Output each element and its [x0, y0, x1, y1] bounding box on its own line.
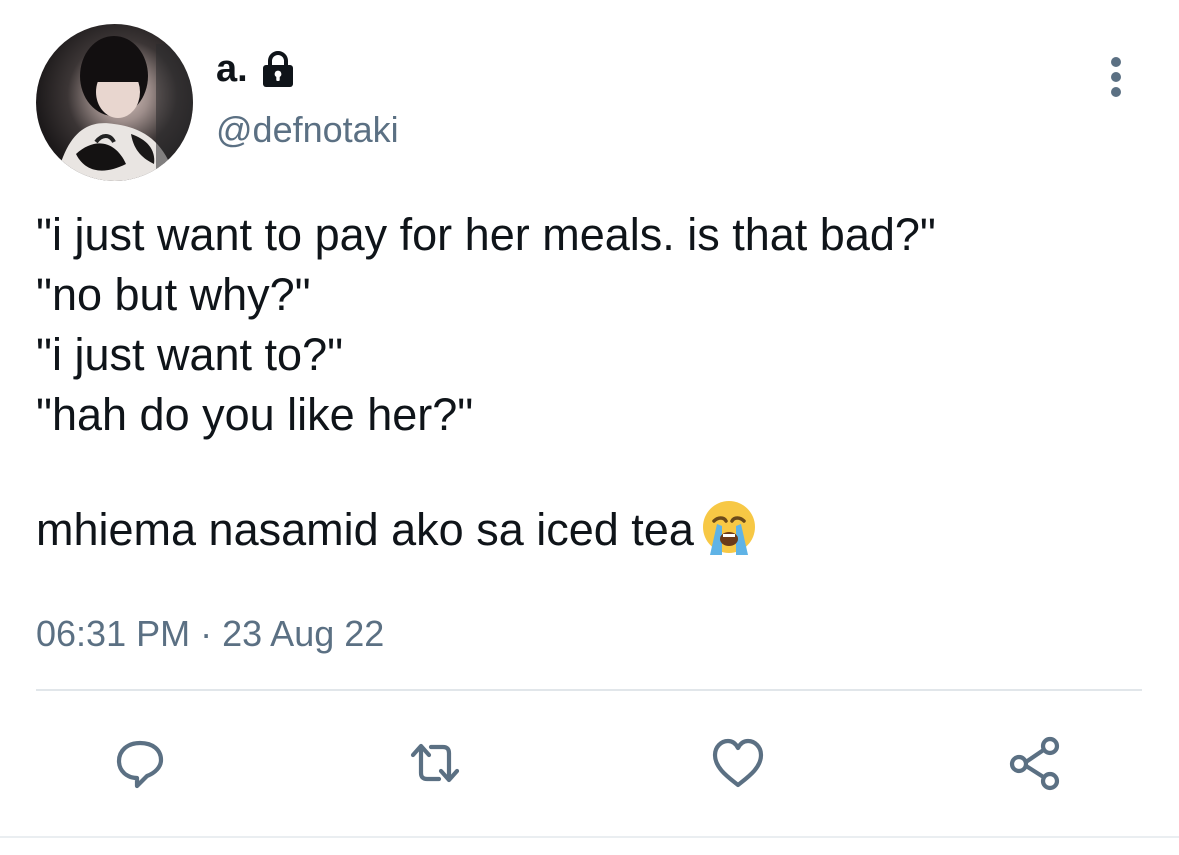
tweet-timestamp[interactable]: 06:31 PM · 23 Aug 22 — [36, 612, 384, 655]
user-handle[interactable]: @defnotaki — [216, 112, 399, 148]
tweet-body: "i just want to pay for her meals. is th… — [36, 205, 1136, 560]
display-name[interactable]: a. — [216, 50, 248, 88]
share-nodes-icon — [1009, 736, 1060, 791]
bottom-divider — [0, 836, 1179, 838]
meta-separator: · — [200, 613, 213, 654]
tweet-line: "i just want to pay for her meals. is th… — [36, 209, 936, 260]
tweet-date: 23 Aug 22 — [222, 613, 385, 654]
heart-icon — [712, 738, 764, 788]
tweet-line: "no but why?" — [36, 269, 311, 320]
tweet-line: "i just want to?" — [36, 329, 344, 380]
like-button[interactable] — [708, 733, 768, 793]
avatar[interactable] — [36, 24, 193, 181]
profile-photo-icon — [56, 36, 193, 181]
share-button[interactable] — [1005, 733, 1065, 793]
reply-button[interactable] — [110, 733, 170, 793]
retweet-arrows-icon — [410, 743, 460, 783]
name-row: a. — [216, 44, 298, 94]
more-options-icon[interactable] — [1098, 54, 1134, 100]
loudly-crying-face-icon — [702, 501, 755, 555]
tweet-closing-line: mhiema nasamid ako sa iced tea — [36, 499, 1136, 560]
tweet-line: "hah do you like her?" — [36, 389, 474, 440]
lock-icon — [262, 51, 293, 87]
speech-bubble-icon — [116, 740, 164, 789]
divider — [36, 689, 1142, 691]
tweet-closing-text: mhiema nasamid ako sa iced tea — [36, 504, 694, 555]
retweet-button[interactable] — [405, 733, 465, 793]
tweet-time: 06:31 PM — [36, 613, 191, 654]
tweet-card: a. @defnotaki "i just want to pay for he… — [0, 0, 1179, 855]
